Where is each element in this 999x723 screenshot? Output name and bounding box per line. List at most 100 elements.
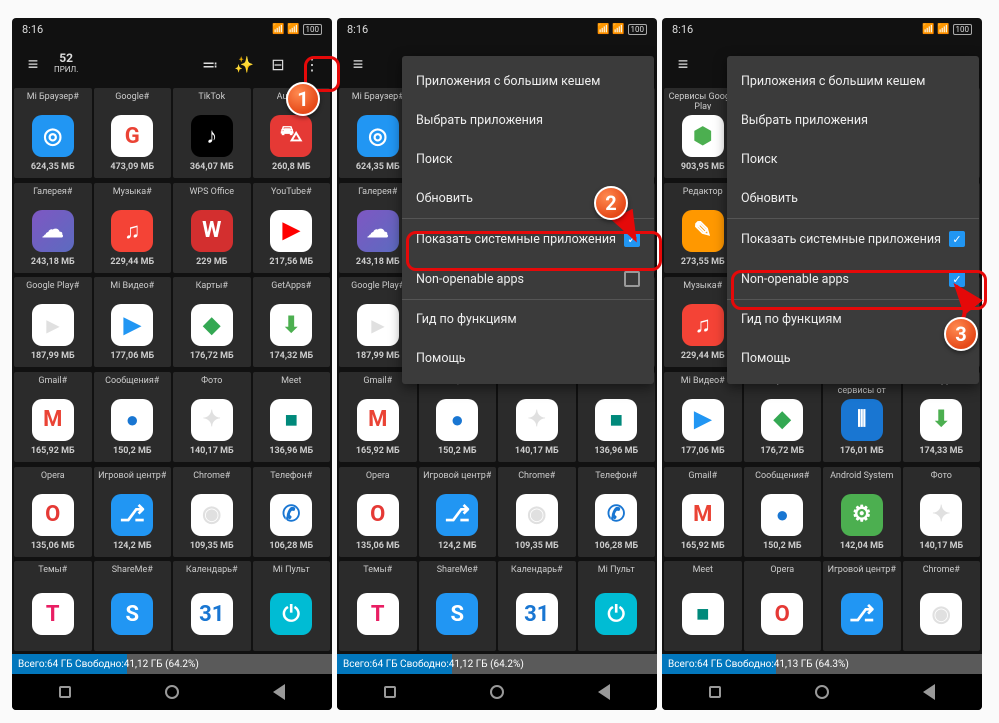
app-label: ShareMe# — [437, 565, 478, 583]
menu-icon[interactable]: ≡ — [668, 54, 698, 75]
app-label: Игровой центр# — [423, 471, 491, 489]
uninstall-icon[interactable]: ⊟ — [264, 50, 292, 78]
app-label: Музыка# — [113, 187, 152, 205]
app-tile-theme[interactable]: Темы#T — [14, 561, 92, 651]
menu-help[interactable]: Помощь — [727, 339, 979, 378]
menu-help[interactable]: Помощь — [402, 339, 654, 378]
app-tile-speech[interactable]: Речевые сервисы от⦀176,01 МБ — [823, 372, 901, 462]
checkbox-on-icon[interactable]: ✓ — [624, 231, 640, 247]
menu-nonopen[interactable]: Non-openable apps — [402, 259, 654, 299]
nav-back[interactable] — [273, 684, 285, 700]
app-label: Chrome# — [193, 471, 230, 489]
overflow-icon[interactable]: ⋮ — [298, 50, 326, 78]
app-tile-cal[interactable]: Календарь#31 — [498, 561, 576, 651]
app-tile-getapps[interactable]: GetApps#⬇174,32 МБ — [253, 277, 331, 367]
nav-recent[interactable] — [709, 686, 721, 698]
app-tile-opera2[interactable]: OperaO — [744, 561, 822, 651]
app-tile-share[interactable]: ShareMe#S — [419, 561, 497, 651]
app-tile-meet[interactable]: Meet■136,96 МБ — [253, 372, 331, 462]
app-tile-getapps2[interactable]: GetApps#⬇174,33 МБ — [903, 372, 981, 462]
checkbox-on-icon[interactable]: ✓ — [949, 231, 965, 247]
app-label: Темы# — [38, 565, 67, 583]
app-tile-cal[interactable]: Календарь#31 — [173, 561, 251, 651]
app-tile-music[interactable]: Музыка#♫229,44 МБ — [94, 183, 172, 273]
app-tile-meet[interactable]: Meet■136,96 МБ — [578, 372, 656, 462]
menu-search[interactable]: Поиск — [727, 140, 979, 179]
app-tile-msg[interactable]: Сообщения#●150,2 МБ — [419, 372, 497, 462]
app-tile-photo[interactable]: Фото✦140,17 МБ — [173, 372, 251, 462]
checkbox-on-icon[interactable]: ✓ — [949, 271, 965, 287]
menu-nonopen[interactable]: Non-openable apps✓ — [727, 259, 979, 299]
nav-home[interactable] — [815, 685, 829, 699]
menu-refresh[interactable]: Обновить — [727, 179, 979, 219]
sort-icon[interactable]: ≕ — [196, 50, 224, 78]
app-tile-remote[interactable]: Mi Пульт⏻ — [253, 561, 331, 651]
menu-icon[interactable]: ≡ — [18, 54, 48, 75]
app-size: 109,35 МБ — [190, 541, 234, 551]
app-tile-game[interactable]: Игровой центр#⎇124,2 МБ — [419, 467, 497, 557]
menu-bigcache[interactable]: Приложения с большим кешем — [727, 62, 979, 101]
status-bar: 8:16 📶 📶 100 — [337, 18, 657, 40]
app-tile-gmail[interactable]: Gmail#M165,92 МБ — [14, 372, 92, 462]
app-tile-chrome2[interactable]: Chrome#◉ — [903, 561, 981, 651]
app-tile-remote[interactable]: Mi Пульт⏻ — [578, 561, 656, 651]
app-tile-phone[interactable]: Телефон#✆106,28 МБ — [578, 467, 656, 557]
nav-recent[interactable] — [384, 686, 396, 698]
app-icon: ● — [436, 399, 478, 441]
nav-back[interactable] — [923, 684, 935, 700]
app-label: Mi Пульт — [598, 565, 635, 583]
app-tile-photo[interactable]: Фото✦140,17 МБ — [498, 372, 576, 462]
app-tile-game2[interactable]: Игровой центр#⎇ — [823, 561, 901, 651]
checkbox-off-icon[interactable] — [624, 271, 640, 287]
app-tile-chrome[interactable]: Chrome#◉109,35 МБ — [173, 467, 251, 557]
app-label: Галерея# — [33, 187, 72, 205]
app-label: Mi Видео# — [681, 376, 725, 394]
app-tile-video[interactable]: Mi Видео#▶177,06 МБ — [94, 277, 172, 367]
app-tile-game[interactable]: Игровой центр#⎇124,2 МБ — [94, 467, 172, 557]
app-tile-tiktok[interactable]: TikTok♪364,07 МБ — [173, 88, 251, 178]
menu-icon[interactable]: ≡ — [343, 54, 373, 75]
app-label: Сообщения# — [105, 376, 159, 394]
app-tile-opera[interactable]: OperaO135,06 МБ — [339, 467, 417, 557]
app-size: 135,06 МБ — [356, 541, 400, 551]
app-tile-browser[interactable]: Mi Браузер#◎624,35 МБ — [14, 88, 92, 178]
app-tile-sys[interactable]: Android System⚙142,04 МБ — [823, 467, 901, 557]
menu-bigcache[interactable]: Приложения с большим кешем — [402, 62, 654, 101]
nav-home[interactable] — [490, 685, 504, 699]
menu-tour[interactable]: Гид по функциям — [727, 299, 979, 339]
app-tile-gmail[interactable]: Gmail#M165,92 МБ — [339, 372, 417, 462]
app-tile-video2[interactable]: Mi Видео#▶177,06 МБ — [664, 372, 742, 462]
step-badge-1: 1 — [286, 82, 320, 116]
menu-showsys[interactable]: Показать системные приложения✓ — [727, 219, 979, 259]
app-tile-msg[interactable]: Сообщения#●150,2 МБ — [94, 372, 172, 462]
app-tile-google[interactable]: Google#G473,09 МБ — [94, 88, 172, 178]
menu-select[interactable]: Выбрать приложения — [727, 101, 979, 140]
app-label: Темы# — [363, 565, 392, 583]
phone-screen-1: 8:16 📶 📶 100 ≡ 52ПРИЛ. ≕ ✨ ⊟ ⋮ Mi Браузе… — [12, 18, 332, 710]
app-tile-theme[interactable]: Темы#T — [339, 561, 417, 651]
app-tile-wps[interactable]: WPS OfficeW229 МБ — [173, 183, 251, 273]
menu-select[interactable]: Выбрать приложения — [402, 101, 654, 140]
nav-recent[interactable] — [59, 686, 71, 698]
menu-tour[interactable]: Гид по функциям — [402, 299, 654, 339]
clean-icon[interactable]: ✨ — [230, 50, 258, 78]
app-tile-gallery[interactable]: Галерея#☁243,18 МБ — [14, 183, 92, 273]
nav-home[interactable] — [165, 685, 179, 699]
menu-showsys[interactable]: Показать системные приложения✓ — [402, 219, 654, 259]
app-tile-gplay[interactable]: Google Play#▶187,99 МБ — [14, 277, 92, 367]
app-tile-gmail2[interactable]: Gmail#M165,92 МБ — [664, 467, 742, 557]
app-tile-opera[interactable]: OperaO135,06 МБ — [14, 467, 92, 557]
app-tile-photo2[interactable]: Фото✦140,17 МБ — [903, 467, 981, 557]
app-tile-maps[interactable]: Карты#◆176,72 МБ — [173, 277, 251, 367]
app-tile-maps2[interactable]: Карты#◆176,72 МБ — [744, 372, 822, 462]
app-tile-phone[interactable]: Телефон#✆106,28 МБ — [253, 467, 331, 557]
app-tile-msg2[interactable]: Сообщения#●150,2 МБ — [744, 467, 822, 557]
app-tile-youtube[interactable]: YouTube#▶217,56 МБ — [253, 183, 331, 273]
nav-back[interactable] — [598, 684, 610, 700]
app-size: 140,17 МБ — [919, 541, 963, 551]
app-tile-share[interactable]: ShareMe#S — [94, 561, 172, 651]
menu-search[interactable]: Поиск — [402, 140, 654, 179]
app-size: 229,44 МБ — [681, 351, 725, 361]
app-tile-meet2[interactable]: Meet■ — [664, 561, 742, 651]
app-tile-chrome[interactable]: Chrome#◉109,35 МБ — [498, 467, 576, 557]
